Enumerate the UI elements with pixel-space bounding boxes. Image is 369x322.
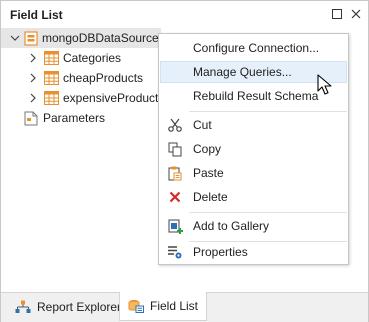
menu-item-delete[interactable]: Delete: [160, 186, 347, 208]
menu-item-label: Manage Queries...: [193, 65, 292, 79]
menu-item-add-to-gallery[interactable]: Add to Gallery: [160, 215, 347, 237]
menu-item-copy[interactable]: Copy: [160, 138, 347, 160]
menu-item-label: Delete: [193, 190, 228, 204]
field-list-icon: [128, 298, 144, 314]
tab-label: Report Explorer: [37, 299, 122, 314]
tab-field-list[interactable]: Field List: [119, 292, 208, 321]
chevron-right-icon[interactable]: [27, 52, 39, 64]
tree-item-datasource[interactable]: mongoDBDataSource1: [1, 28, 165, 48]
maximize-icon[interactable]: [330, 7, 344, 21]
menu-item-label: Add to Gallery: [193, 219, 270, 233]
paste-icon: [166, 165, 184, 181]
tree-item-expensiveproducts[interactable]: expensiveProducts: [27, 88, 164, 108]
tree-item-label: mongoDBDataSource1: [42, 31, 166, 45]
tree-item-label: Parameters: [43, 111, 106, 125]
menu-item-paste[interactable]: Paste: [160, 162, 347, 184]
tree-item-label: expensiveProducts: [63, 91, 165, 105]
report-explorer-icon: [15, 299, 31, 315]
menu-separator: [189, 111, 347, 112]
datasource-icon: [24, 30, 38, 46]
tab-label: Field List: [150, 299, 199, 313]
scissors-icon: [166, 117, 184, 133]
menu-item-properties[interactable]: Properties: [160, 241, 347, 263]
tree-item-cheapproducts[interactable]: cheapProducts: [27, 68, 143, 88]
table-icon: [43, 70, 59, 86]
table-icon: [43, 50, 59, 66]
menu-separator: [189, 212, 347, 213]
tree-item-categories[interactable]: Categories: [27, 48, 121, 68]
menu-item-label: Properties: [193, 245, 248, 259]
context-menu: Configure Connection... Manage Queries..…: [158, 33, 349, 265]
tree-item-label: cheapProducts: [63, 71, 144, 85]
copy-icon: [166, 141, 184, 157]
menu-item-label: Rebuild Result Schema: [193, 89, 319, 103]
menu-item-label: Cut: [193, 118, 212, 132]
tree-item-parameters[interactable]: Parameters: [23, 108, 105, 128]
panel-title: Field List: [10, 8, 63, 22]
add-to-gallery-icon: [166, 218, 184, 234]
close-icon[interactable]: [349, 7, 363, 21]
parameters-icon: [23, 110, 39, 126]
bottom-tab-strip: Report Explorer Field List: [1, 292, 368, 322]
menu-item-cut[interactable]: Cut: [160, 114, 347, 136]
tree-item-label: Categories: [63, 51, 122, 65]
properties-icon: [166, 244, 184, 260]
menu-item-configure-connection[interactable]: Configure Connection...: [160, 37, 347, 59]
chevron-down-icon[interactable]: [10, 32, 20, 44]
menu-item-label: Copy: [193, 142, 222, 156]
table-icon: [43, 90, 59, 106]
delete-icon: [166, 189, 184, 205]
tab-report-explorer[interactable]: Report Explorer: [7, 293, 129, 320]
chevron-right-icon[interactable]: [27, 92, 39, 104]
menu-item-label: Paste: [193, 166, 224, 180]
panel-titlebar: Field List: [1, 1, 368, 28]
chevron-right-icon[interactable]: [27, 72, 39, 84]
menu-item-label: Configure Connection...: [193, 41, 320, 55]
mouse-pointer-icon: [317, 74, 333, 96]
